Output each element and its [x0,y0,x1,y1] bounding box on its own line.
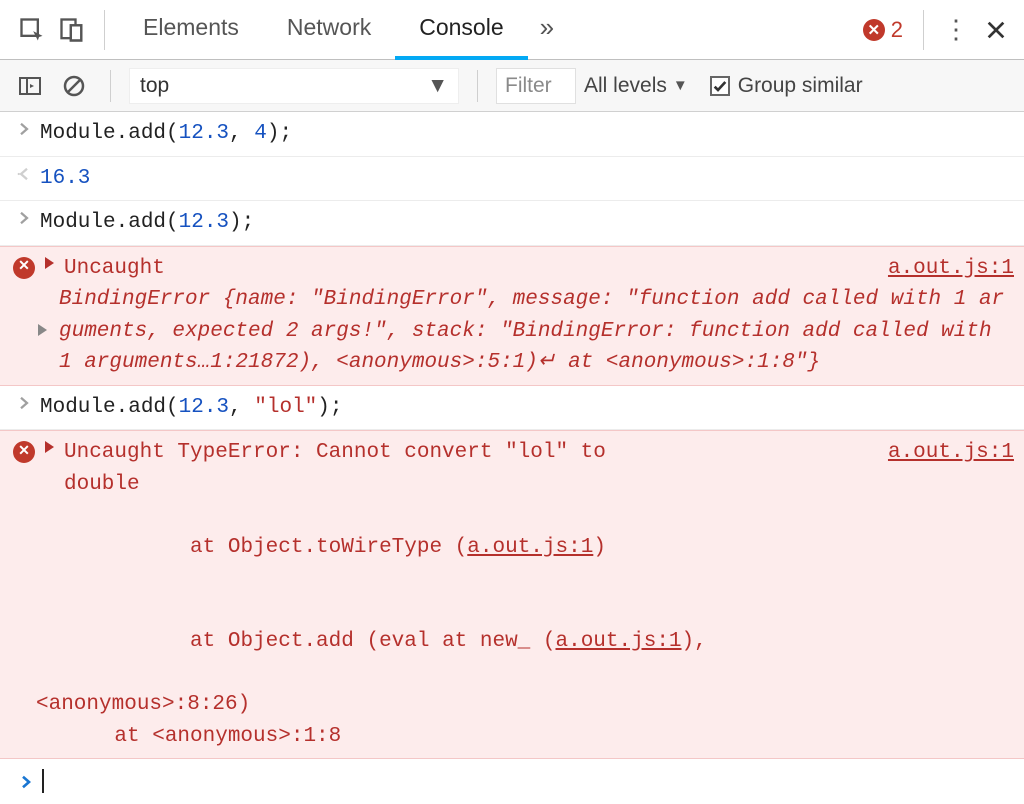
console-sub-toolbar: top ▼ Filter All levels ▼ Group similar [0,60,1024,112]
execution-context-select[interactable]: top ▼ [129,68,459,104]
error-count-badge[interactable]: ✕ 2 [863,17,903,43]
output-chevron-icon [8,163,40,195]
chevron-down-icon: ▼ [673,77,688,94]
filter-input[interactable]: Filter [496,68,576,104]
text-caret [42,769,44,793]
tab-network[interactable]: Network [263,0,395,60]
console-error-row: ✕ Uncaught a.out.js:1 BindingError {name… [0,246,1024,386]
error-source-link[interactable]: a.out.js:1 [888,257,1014,280]
filter-placeholder: Filter [505,74,552,98]
tab-console[interactable]: Console [395,0,527,60]
result-value: 16.3 [40,167,90,190]
stack-line: at <anonymous>:1:8 [64,721,1014,753]
stack-line: <anonymous>:8:26) [36,689,1014,721]
chevron-down-icon: ▼ [427,74,448,98]
error-body: BindingError {name: "BindingError", mess… [59,284,1014,379]
context-value: top [140,74,169,98]
input-chevron-icon [8,392,40,424]
sidebar-toggle-icon[interactable] [12,68,48,104]
console-input-row: Module.add(12.3); [0,201,1024,246]
input-chevron-icon [8,207,40,239]
error-icon: ✕ [863,19,885,41]
levels-label: All levels [584,74,667,98]
devtools-tabs: Elements Network Console » [119,0,566,60]
error-heading: Uncaught TypeError: Cannot convert "lol"… [64,441,606,464]
toolbar-separator [104,10,105,50]
toolbar-separator [477,70,478,102]
toolbar-separator [110,70,111,102]
kebab-menu-icon[interactable]: ⋮ [938,12,974,48]
device-toggle-icon[interactable] [54,12,90,48]
stack-link[interactable]: a.out.js:1 [556,630,682,653]
close-devtools-icon[interactable] [978,12,1014,48]
tab-overflow[interactable]: » [528,0,566,60]
tab-elements[interactable]: Elements [119,0,263,60]
expand-triangle-icon[interactable] [45,441,54,453]
input-chevron-icon [8,118,40,150]
devtools-main-toolbar: Elements Network Console » ✕ 2 ⋮ [0,0,1024,60]
chevron-double-right-icon: » [540,12,554,43]
console-prompt-row[interactable] [0,759,1024,804]
toolbar-separator [923,10,924,50]
error-line: double [64,469,1014,501]
group-similar-label: Group similar [738,74,863,98]
expand-triangle-icon[interactable] [45,257,54,269]
clear-console-icon[interactable] [56,68,92,104]
error-source-link[interactable]: a.out.js:1 [888,441,1014,464]
error-count: 2 [891,17,903,43]
console-output-row: 16.3 [0,157,1024,202]
console-input-row: Module.add(12.3, "lol"); [0,386,1024,431]
expand-triangle-icon[interactable] [38,324,47,336]
group-similar-checkbox[interactable] [710,76,730,96]
prompt-chevron-icon [10,771,42,791]
inspect-element-icon[interactable] [14,12,50,48]
stack-link[interactable]: a.out.js:1 [467,536,593,559]
error-icon: ✕ [8,253,40,379]
error-heading: Uncaught [64,257,165,280]
console-input-row: Module.add(12.3, 4); [0,112,1024,157]
console-error-row: ✕ Uncaught TypeError: Cannot convert "lo… [0,430,1024,759]
log-levels-select[interactable]: All levels ▼ [584,74,688,98]
